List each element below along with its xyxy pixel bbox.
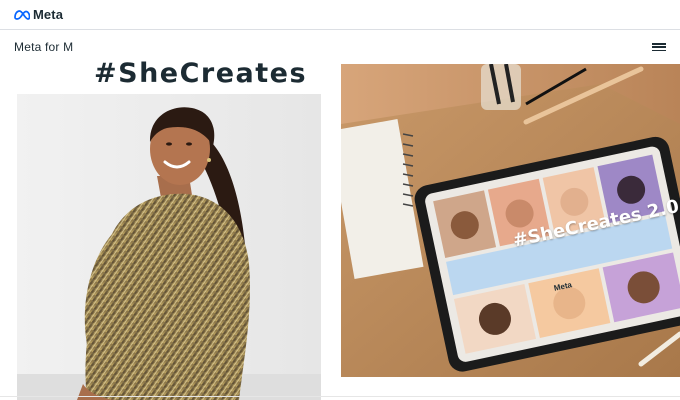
menu-line [652,43,666,45]
site-title-link[interactable]: Meta for M [14,40,73,54]
meta-wordmark: Meta [33,7,64,22]
page: Meta Meta for M #SheCreates #SheCreates … [0,0,680,400]
menu-line [652,46,666,48]
menu-line [652,49,666,51]
meta-infinity-icon [14,9,30,20]
tablet-photo: #SheCreates 2.0 Meta [341,64,680,377]
hamburger-menu-icon[interactable] [652,41,666,53]
top-bar: Meta [0,0,680,30]
bottom-divider [0,396,680,397]
portrait-illustration [17,94,321,400]
portrait-photo [17,94,321,400]
hero-headline: #SheCreates [94,58,308,89]
meta-logo-link[interactable]: Meta [13,7,63,22]
